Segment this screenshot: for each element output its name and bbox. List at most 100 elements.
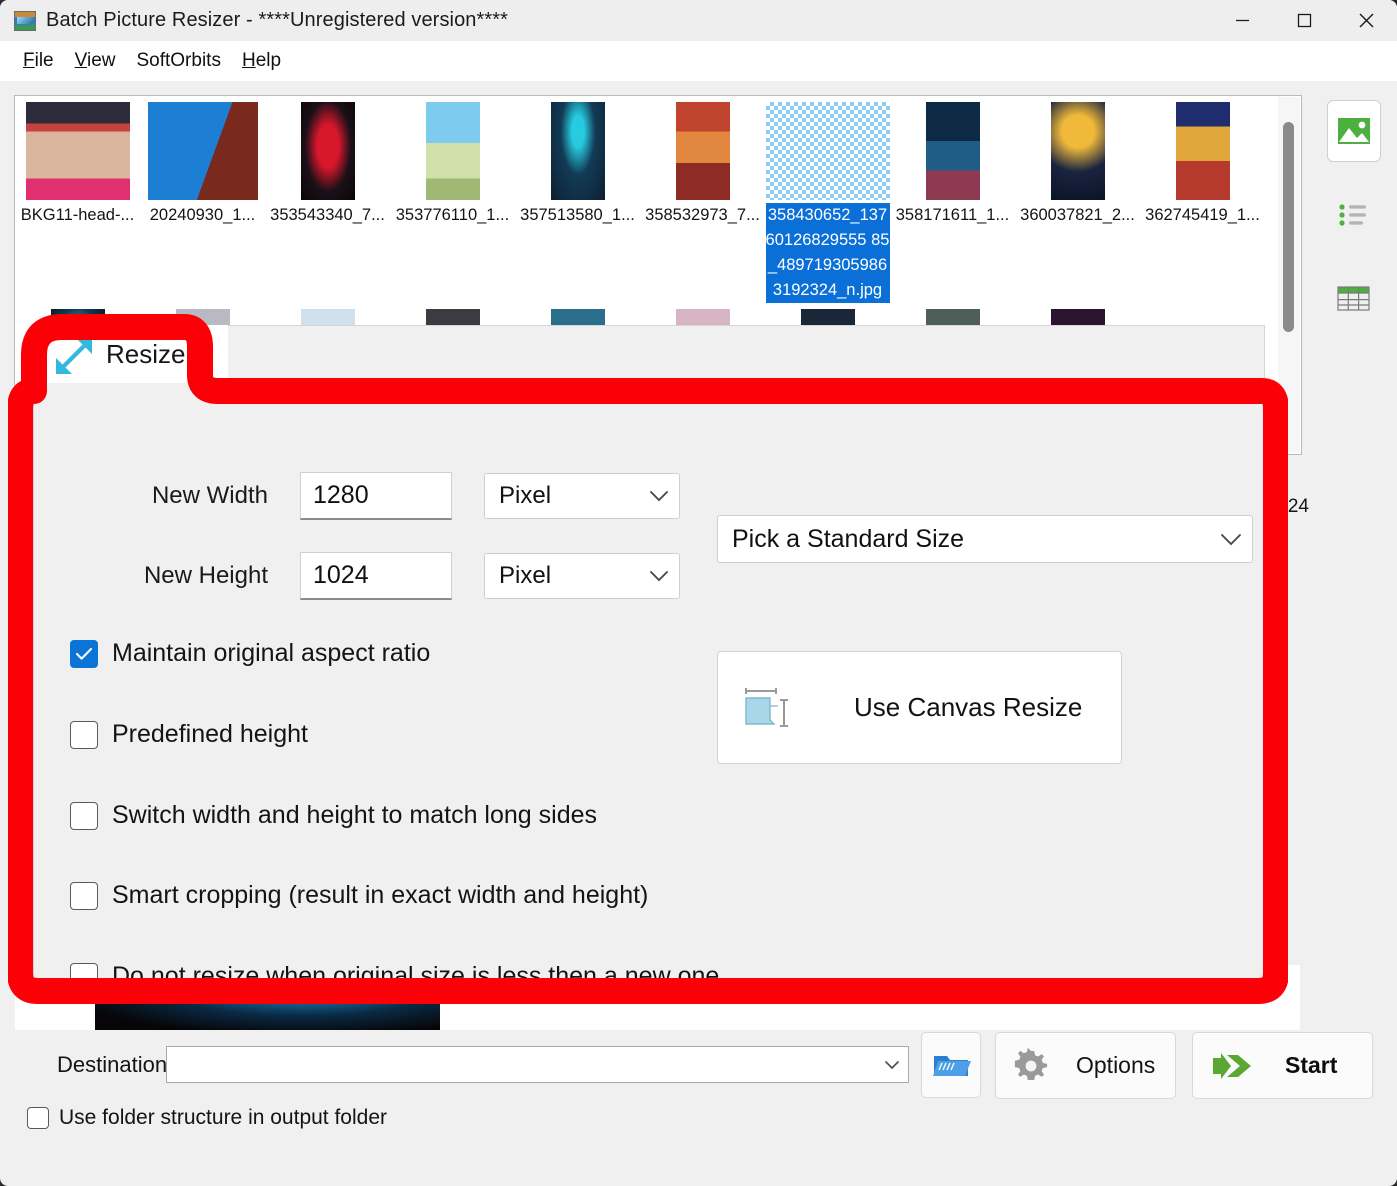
checkbox-label: Smart cropping (result in exact width an…	[112, 881, 649, 909]
application-window: Batch Picture Resizer - ****Unregistered…	[0, 0, 1397, 1186]
thumbnail-image	[1050, 102, 1105, 200]
standard-size-select[interactable]: Pick a Standard Size	[717, 515, 1253, 563]
checkbox-box[interactable]	[70, 962, 98, 991]
menu-view[interactable]: View	[66, 47, 125, 75]
thumbnail-image	[675, 102, 730, 200]
thumbnail-image	[765, 102, 890, 200]
use-canvas-resize-button[interactable]: Use Canvas Resize	[717, 651, 1122, 764]
destination-select[interactable]	[166, 1046, 909, 1083]
thumbnail-image	[925, 102, 980, 200]
new-height-unit-value: Pixel	[499, 562, 552, 589]
thumbnail-label: 360037821_2...	[1020, 206, 1135, 224]
new-height-unit-select[interactable]: Pixel	[484, 553, 680, 599]
menu-help[interactable]: Help	[233, 47, 290, 75]
image-icon	[1338, 118, 1370, 144]
thumbnail-label: BKG11-head-...	[20, 206, 135, 224]
chevron-down-icon	[649, 490, 669, 502]
menu-bar: File View SoftOrbits Help	[0, 41, 1397, 81]
checkbox-box[interactable]	[70, 639, 98, 668]
image-count-label: t: 24	[1272, 496, 1309, 517]
new-width-unit-value: Pixel	[499, 482, 552, 509]
new-height-input[interactable]: 1024	[300, 552, 452, 600]
thumbnail-item[interactable]: 20240930_1...	[140, 96, 265, 303]
start-label: Start	[1285, 1052, 1338, 1078]
checkbox-box[interactable]	[27, 1107, 49, 1129]
checkbox-use-folder-structure[interactable]: Use folder structure in output folder	[27, 1106, 387, 1130]
checkbox-maintain-aspect-ratio[interactable]: Maintain original aspect ratio	[70, 639, 430, 668]
list-icon	[1339, 204, 1366, 226]
new-width-unit-select[interactable]: Pixel	[484, 473, 680, 519]
new-height-row: New Height 1024 Pixel	[112, 552, 680, 600]
thumbnail-label: 353543340_7...	[270, 206, 385, 224]
checkbox-label: Maintain original aspect ratio	[112, 639, 431, 667]
checkbox-box[interactable]	[70, 801, 98, 830]
chevron-down-icon	[649, 570, 669, 582]
thumbnail-item[interactable]: 353543340_7...	[265, 96, 390, 303]
list-scrollbar[interactable]	[1278, 97, 1300, 453]
checkbox-label: Switch width and height to match long si…	[112, 801, 597, 829]
details-view-button[interactable]	[1327, 268, 1381, 330]
thumbnail-item[interactable]: 360037821_2...	[1015, 96, 1140, 303]
new-height-label: New Height	[143, 562, 268, 589]
maximize-button[interactable]	[1273, 0, 1335, 41]
thumbnail-item[interactable]: 362745419_1...	[1140, 96, 1265, 303]
thumbnail-image	[1175, 102, 1230, 200]
checkbox-box[interactable]	[70, 881, 98, 910]
close-button[interactable]	[1335, 0, 1397, 41]
new-width-row: New Width 1280 Pixel	[112, 472, 680, 520]
thumbnail-label: 358532973_7...	[645, 206, 760, 224]
window-controls	[1211, 0, 1397, 41]
minimize-button[interactable]	[1211, 0, 1273, 41]
thumbnail-item[interactable]: 353776110_1...	[390, 96, 515, 303]
checkbox-smart-cropping[interactable]: Smart cropping (result in exact width an…	[70, 881, 648, 910]
window-title: Batch Picture Resizer - ****Unregistered…	[46, 9, 509, 31]
thumbnail-label: 353776110_1...	[395, 206, 510, 224]
browse-folder-button[interactable]	[921, 1032, 981, 1098]
thumbnail-view-button[interactable]	[1327, 100, 1381, 162]
new-width-label: New Width	[151, 482, 268, 509]
checkbox-label: Do not resize when original size is less…	[112, 962, 720, 990]
resize-settings-card: Resize New Width 1280 Pixel New Height 1…	[33, 325, 1265, 997]
thumbnail-image	[300, 102, 355, 200]
checkbox-do-not-resize[interactable]: Do not resize when original size is less…	[70, 962, 719, 991]
thumbnail-label: 20240930_1...	[149, 206, 256, 224]
folder-icon	[933, 1056, 971, 1076]
thumbnail-item[interactable]: BKG11-head-...	[15, 96, 140, 303]
chevron-down-icon	[1220, 533, 1242, 546]
view-mode-toolbar	[1327, 100, 1383, 352]
thumbnail-label: 362745419_1...	[1145, 206, 1260, 224]
thumbnail-item[interactable]: 358171611_1...	[890, 96, 1015, 303]
gear-icon	[1014, 1047, 1048, 1080]
resize-panel-body: New Width 1280 Pixel New Height 1024 Pix…	[34, 384, 1264, 998]
canvas-resize-icon	[745, 687, 788, 727]
checkbox-switch-width-height[interactable]: Switch width and height to match long si…	[70, 801, 597, 830]
use-canvas-resize-label: Use Canvas Resize	[854, 692, 1083, 722]
options-label: Options	[1076, 1052, 1156, 1078]
thumbnail-item[interactable]: 357513580_1...	[515, 96, 640, 303]
app-logo-icon	[14, 10, 36, 31]
green-arrow-icon	[1213, 1052, 1251, 1079]
tab-resize[interactable]: Resize	[38, 325, 228, 383]
thumbnail-item-selected[interactable]: 358430652_13760126829555 85_489719305986…	[765, 96, 890, 303]
thumbnail-image	[25, 102, 130, 200]
resize-arrow-icon	[56, 338, 92, 374]
thumbnail-label: 358430652_13760126829555 85_489719305986…	[765, 203, 890, 303]
start-button[interactable]: Start	[1192, 1032, 1373, 1099]
checkbox-label: Predefined height	[112, 720, 308, 748]
list-view-button[interactable]	[1327, 184, 1381, 246]
thumbnail-image	[550, 102, 605, 200]
checkbox-box[interactable]	[70, 720, 98, 749]
table-icon	[1337, 286, 1370, 311]
chevron-down-icon	[884, 1060, 900, 1070]
new-width-input[interactable]: 1280	[300, 472, 452, 520]
checkbox-predefined-height[interactable]: Predefined height	[70, 720, 308, 749]
standard-size-value: Pick a Standard Size	[732, 524, 965, 553]
menu-file[interactable]: File	[14, 47, 63, 75]
thumbnail-label: 357513580_1...	[520, 206, 635, 224]
options-button[interactable]: Options	[995, 1032, 1176, 1099]
menu-softorbits[interactable]: SoftOrbits	[127, 47, 229, 75]
thumbnail-image	[147, 102, 258, 200]
thumbnail-item[interactable]: 358532973_7...	[640, 96, 765, 303]
scrollbar-thumb[interactable]	[1283, 122, 1294, 332]
check-icon	[75, 647, 93, 660]
